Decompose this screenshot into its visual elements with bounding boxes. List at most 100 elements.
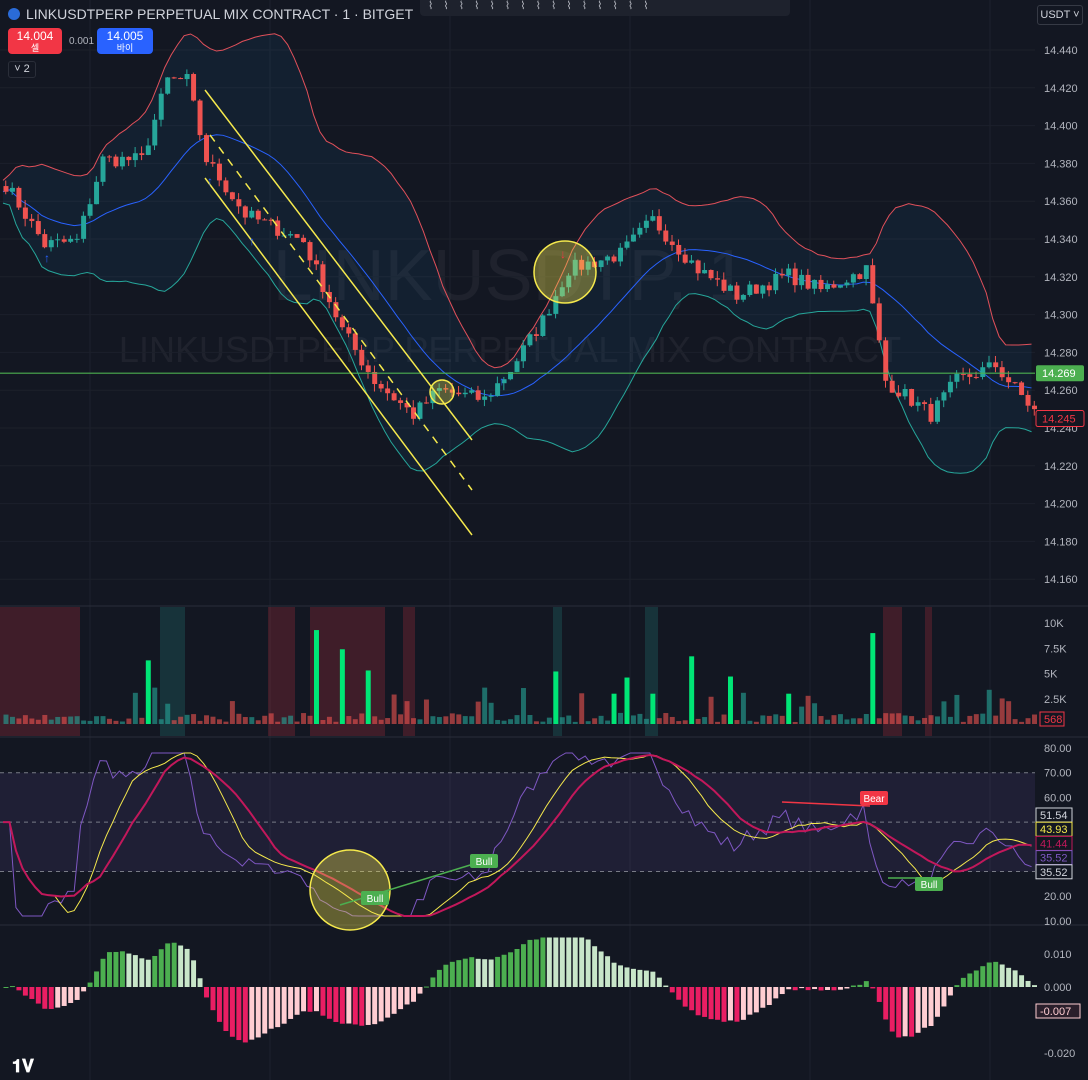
candle <box>682 254 688 263</box>
candle <box>1012 382 1018 384</box>
signal-down-icon: ↓ <box>560 247 566 261</box>
volume-bar <box>9 716 15 724</box>
candle <box>191 74 197 101</box>
rect-tool-icon[interactable]: ⌇ <box>536 0 541 16</box>
volume-bar <box>676 721 682 724</box>
macd-bar <box>760 987 766 1008</box>
last-price-label: 14.245 <box>1042 414 1076 426</box>
circle-tool-icon[interactable]: ⌇ <box>582 0 587 16</box>
candle <box>482 396 488 400</box>
macd-bar <box>734 987 740 1022</box>
symbol-title[interactable]: LINKUSDTPERP PERPETUAL MIX CONTRACT · 1 … <box>26 6 413 22</box>
macd-bar <box>61 987 67 1006</box>
macd-bar <box>779 987 785 995</box>
macd-bar <box>352 987 358 1025</box>
macd-bar <box>605 956 611 987</box>
macd-bar <box>74 987 80 1000</box>
macd-bar <box>941 987 947 1007</box>
macd-bar <box>773 987 779 999</box>
rsi-tick: 20.00 <box>1044 891 1072 903</box>
volume-bar <box>637 713 643 724</box>
macd-bar <box>909 987 915 1037</box>
sell-button[interactable]: 14.004 셀 <box>8 28 62 54</box>
volume-bar <box>533 721 539 724</box>
path-tool-icon[interactable]: ⌇ <box>474 0 479 16</box>
macd-bar <box>611 962 617 987</box>
macd-bar <box>993 961 999 987</box>
volume-bar <box>857 718 863 724</box>
hline-tool-icon[interactable]: ⌇ <box>428 0 433 16</box>
macd-bar <box>94 971 100 987</box>
volume-bar <box>993 715 999 724</box>
macd-bar <box>572 937 578 987</box>
pitchfork-tool-icon[interactable]: ⌇ <box>628 0 633 16</box>
volume-bar <box>837 714 843 724</box>
macd-bar <box>197 978 203 987</box>
buy-button[interactable]: 14.005 바이 <box>97 28 153 54</box>
ray-tool-icon[interactable]: ⌇ <box>597 0 602 16</box>
macd-bar <box>35 987 41 1004</box>
gann-tool-icon[interactable]: ⌇ <box>520 0 525 16</box>
fib-tool-icon[interactable]: ⌇ <box>459 0 464 16</box>
macd-bar <box>385 987 391 1018</box>
volume-bar <box>876 718 882 724</box>
candle <box>967 374 973 377</box>
volume-bar <box>960 721 966 724</box>
pin-tool-icon[interactable]: ⌇ <box>551 0 556 16</box>
candle <box>365 365 371 372</box>
highlight-circle <box>429 379 455 405</box>
volume-bar <box>178 716 184 724</box>
macd-bar <box>837 987 843 990</box>
range-tool-icon[interactable]: ⌇ <box>505 0 510 16</box>
candle <box>954 373 960 382</box>
candle <box>475 390 481 400</box>
macd-bar <box>999 964 1005 987</box>
macd-bar <box>488 959 494 987</box>
candle <box>812 279 818 289</box>
price-tick: 14.160 <box>1044 574 1078 586</box>
volume-bar <box>223 721 229 724</box>
indicators-collapse-button[interactable]: ˅ 2 <box>8 61 36 78</box>
trendline-tool-icon[interactable]: ⌇ <box>613 0 618 16</box>
candle <box>663 230 669 242</box>
macd-bar <box>708 987 714 1020</box>
currency-select[interactable]: USDT ˅ <box>1037 5 1083 25</box>
macd-bar <box>29 987 35 999</box>
macd-bar <box>876 987 882 1002</box>
volume-bar <box>288 715 294 724</box>
macd-bar <box>922 987 928 1028</box>
trading-chart[interactable]: LINKUSDTP, 1LINKUSDTPERP PERPETUAL MIX C… <box>0 0 1088 1080</box>
volume-bar <box>682 720 688 724</box>
volume-bar <box>941 701 947 724</box>
candle <box>909 388 915 406</box>
volume-bar <box>928 715 934 724</box>
macd-bar <box>139 958 145 987</box>
anchor-tool-icon[interactable]: ⌇ <box>566 0 571 16</box>
macd-bar <box>145 959 151 987</box>
volume-bar <box>3 714 9 724</box>
volume-bar <box>126 718 132 724</box>
volume-tick: 5K <box>1044 669 1058 681</box>
volume-bar <box>669 716 675 724</box>
macd-bar <box>508 952 514 987</box>
volume-bar <box>728 676 733 724</box>
volume-bar <box>799 706 805 724</box>
volume-bar <box>553 671 559 724</box>
spread: 0.001 <box>69 36 95 47</box>
candle <box>87 204 93 216</box>
zigzag-tool-icon[interactable]: ⌇ <box>490 0 495 16</box>
volume-bar <box>385 718 391 724</box>
macd-bar <box>22 987 28 996</box>
volume-bar <box>210 716 216 724</box>
candle <box>637 227 643 235</box>
candle <box>922 402 928 404</box>
candle <box>760 285 766 294</box>
candle <box>307 242 313 261</box>
candle <box>734 285 740 300</box>
macd-bar <box>682 987 688 1007</box>
elliott-tool-icon[interactable]: ⌇ <box>643 0 648 16</box>
parallel-tool-icon[interactable]: ⌇ <box>443 0 448 16</box>
candle <box>107 156 112 158</box>
candle <box>171 77 177 79</box>
macd-bar <box>288 987 294 1019</box>
